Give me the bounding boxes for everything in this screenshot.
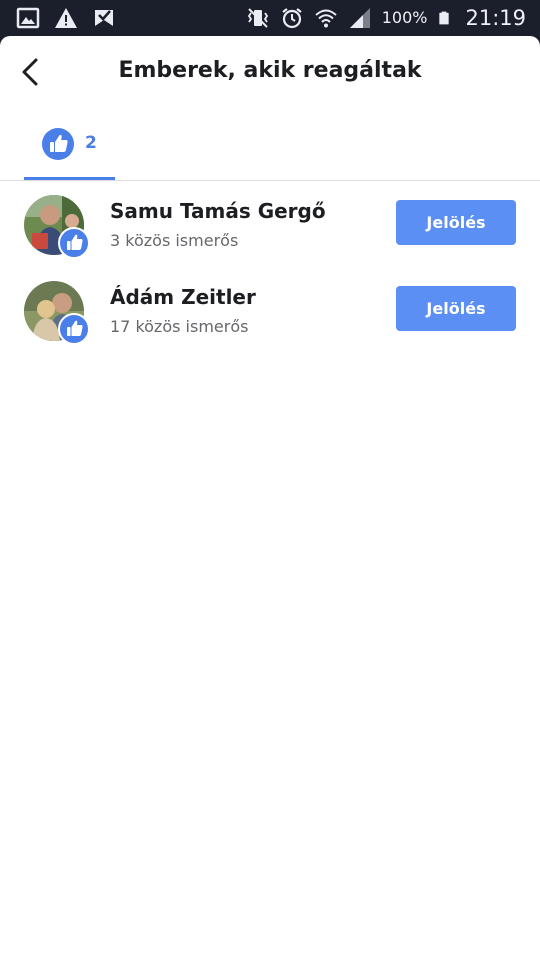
reactions-sheet: Emberek, akik reagáltak 2 Samu Tamás Ger… [0, 36, 540, 960]
person-name[interactable]: Samu Tamás Gergő [110, 199, 326, 223]
image-notification-icon [16, 7, 40, 29]
header: Emberek, akik reagáltak [0, 36, 540, 108]
battery-icon [439, 11, 450, 25]
list-item: Samu Tamás Gergő 3 közös ismerős Jelölés [0, 181, 540, 267]
people-list: Samu Tamás Gergő 3 közös ismerős Jelölés [0, 181, 540, 353]
mutual-friends: 17 közös ismerős [110, 317, 249, 336]
like-icon [42, 128, 74, 160]
add-friend-button[interactable]: Jelölés [396, 286, 516, 331]
add-friend-button[interactable]: Jelölés [396, 200, 516, 245]
mutual-friends: 3 közös ismerős [110, 231, 239, 250]
avatar-wrap[interactable] [24, 281, 90, 347]
warning-icon [55, 8, 77, 28]
wifi-icon [315, 9, 337, 28]
avatar-wrap[interactable] [24, 195, 90, 261]
status-bar: 100% 21:19 [0, 0, 540, 36]
like-badge-icon [58, 227, 90, 259]
signal-icon [349, 8, 370, 28]
alarm-icon [282, 8, 302, 29]
reaction-tabs: 2 [0, 108, 540, 181]
like-badge-icon [58, 313, 90, 345]
battery-percentage: 100% [381, 8, 428, 27]
tab-like-reactions[interactable]: 2 [24, 108, 115, 180]
vibrate-icon [247, 8, 268, 28]
tab-like-count: 2 [85, 133, 97, 153]
person-name[interactable]: Ádám Zeitler [110, 285, 256, 309]
checkmark-notification-icon [95, 10, 113, 26]
clock: 21:19 [465, 6, 526, 30]
list-item: Ádám Zeitler 17 közös ismerős Jelölés [0, 267, 540, 353]
page-title: Emberek, akik reagáltak [118, 58, 422, 83]
